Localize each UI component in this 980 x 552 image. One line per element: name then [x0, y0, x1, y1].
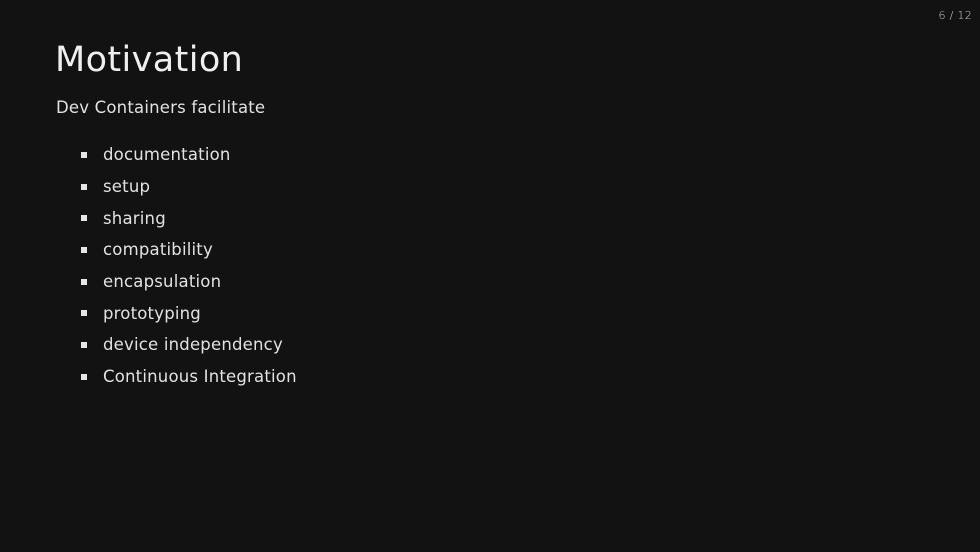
square-bullet-icon — [81, 310, 87, 317]
bullet-label: device independency — [103, 335, 283, 355]
bullet-label: prototyping — [103, 303, 201, 323]
list-item: encapsulation — [80, 266, 297, 298]
square-bullet-icon — [81, 183, 87, 190]
slide-intro-text: Dev Containers facilitate — [56, 98, 266, 117]
bullet-label: encapsulation — [103, 272, 222, 292]
bullet-label: Continuous Integration — [103, 367, 297, 387]
slide-counter: 6 / 12 — [938, 9, 972, 22]
bullet-label: documentation — [103, 145, 231, 165]
list-item: prototyping — [80, 297, 297, 329]
list-item: compatibility — [80, 234, 297, 266]
square-bullet-icon — [81, 373, 87, 380]
square-bullet-icon — [81, 151, 87, 158]
list-item: Continuous Integration — [80, 361, 297, 393]
list-item: sharing — [80, 202, 297, 234]
list-item: setup — [80, 171, 297, 203]
square-bullet-icon — [81, 215, 87, 222]
slide-title: Motivation — [55, 40, 244, 80]
presentation-slide: 6 / 12 Motivation Dev Containers facilit… — [0, 0, 980, 552]
square-bullet-icon — [81, 246, 87, 253]
bullet-label: compatibility — [103, 240, 213, 260]
bullet-label: setup — [103, 177, 151, 197]
bullet-label: sharing — [103, 208, 166, 228]
bullet-list: documentation setup sharing compatibilit… — [80, 139, 297, 393]
list-item: documentation — [80, 139, 297, 171]
square-bullet-icon — [81, 278, 87, 285]
square-bullet-icon — [81, 341, 87, 348]
list-item: device independency — [80, 329, 297, 361]
